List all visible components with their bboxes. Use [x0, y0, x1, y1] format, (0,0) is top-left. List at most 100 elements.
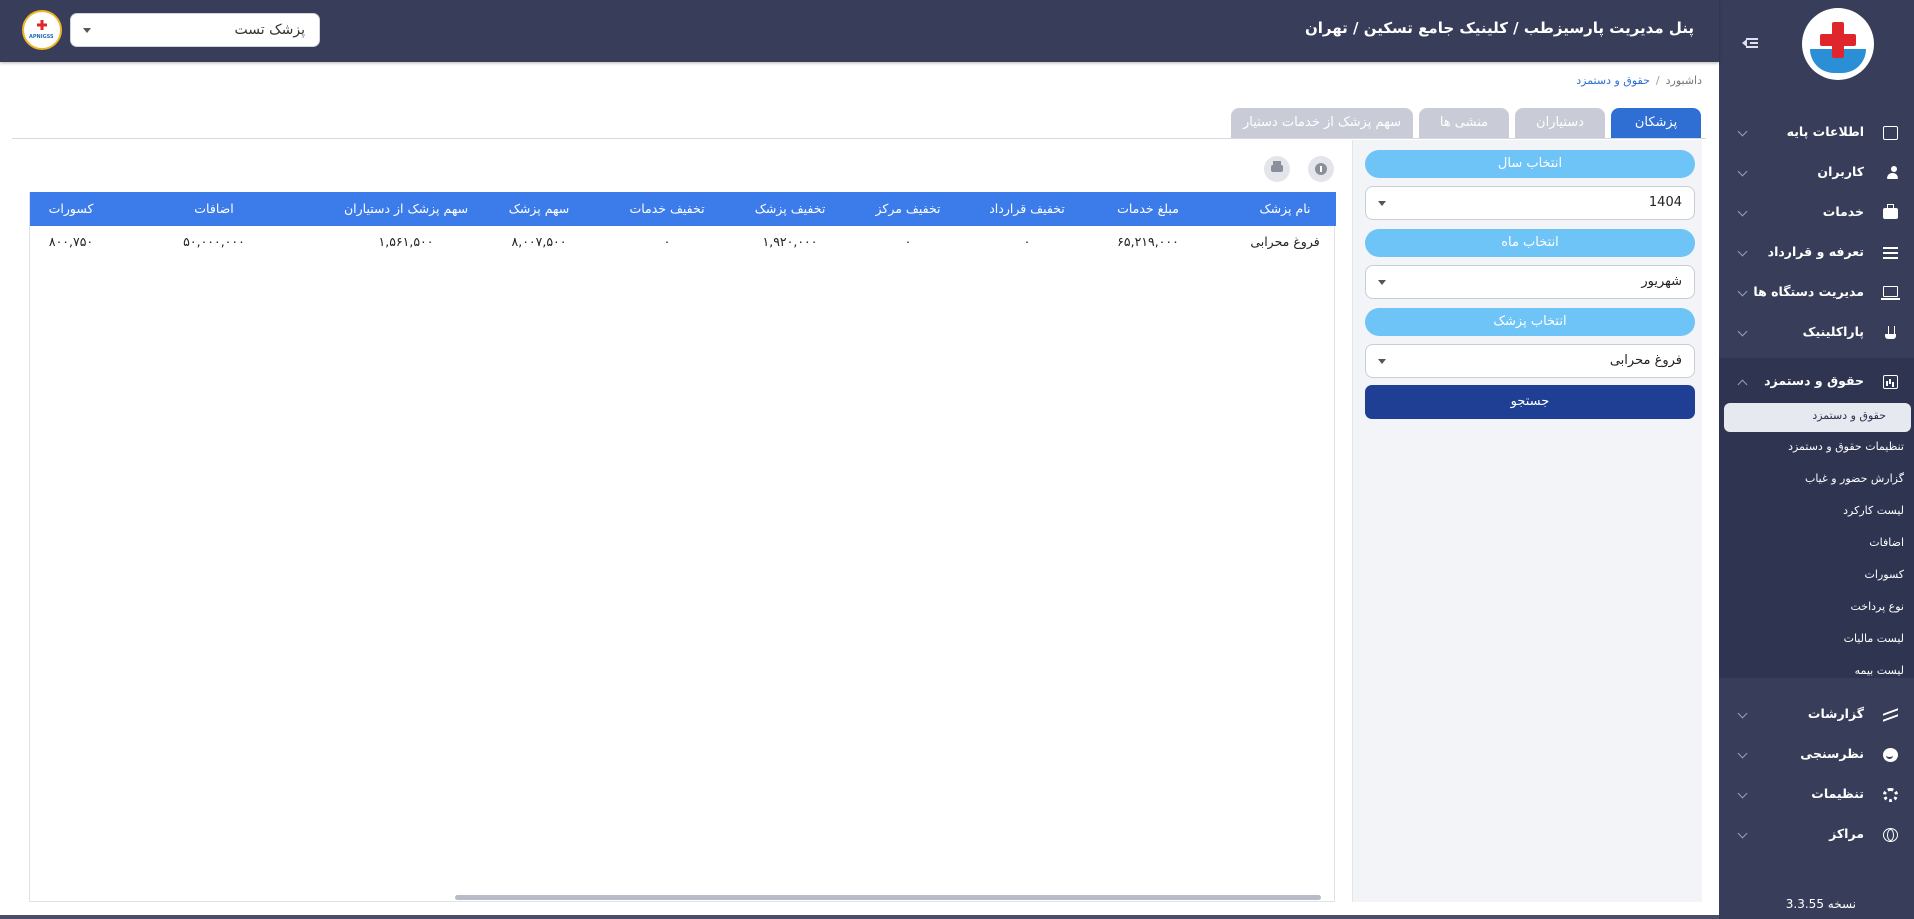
sidebar-item[interactable]: گزارشات	[1719, 700, 1914, 730]
tab-secretaries[interactable]: منشی ها	[1419, 108, 1509, 138]
sidebar-item-label: حقوق و دستمزد	[1764, 373, 1864, 388]
table-cell: فروغ محرابی	[1250, 234, 1320, 249]
month-select[interactable]: شهریور	[1365, 265, 1695, 299]
submenu-item[interactable]: کسورات	[1865, 568, 1904, 581]
chevron-down-icon	[1737, 286, 1748, 297]
sidebar-item-label: گزارشات	[1807, 706, 1864, 721]
smile-icon	[1883, 748, 1898, 762]
info-button[interactable]	[1308, 156, 1334, 182]
info-icon	[1315, 163, 1327, 175]
breadcrumb-current[interactable]: حقوق و دستمزد	[1576, 74, 1650, 87]
tariff-icon	[1883, 246, 1898, 260]
submenu-item-active[interactable]: حقوق و دستمزد	[1724, 403, 1911, 432]
month-select-value: شهریور	[1641, 274, 1682, 289]
chevron-down-icon	[1737, 708, 1748, 719]
chevron-up-icon	[1737, 379, 1748, 390]
page-header-title: پنل مدیریت پارسیزطب / کلینیک جامع تسکین …	[1304, 19, 1694, 37]
chevron-down-icon	[83, 28, 91, 33]
submenu-item-label: حقوق و دستمزد	[1812, 409, 1886, 422]
chevron-down-icon	[1737, 326, 1748, 337]
sidebar-item[interactable]: خدمات	[1719, 198, 1914, 228]
year-select[interactable]: 1404	[1365, 186, 1695, 220]
chevron-down-icon	[1378, 359, 1386, 364]
sidebar-item[interactable]: تنظیمات	[1719, 780, 1914, 810]
table-cell: ۶۵,۲۱۹,۰۰۰	[1117, 234, 1179, 249]
submenu-item[interactable]: گزارش حضور و غیاب	[1805, 472, 1904, 485]
submenu-item[interactable]: اضافات	[1869, 536, 1904, 549]
clinic-logo	[1802, 8, 1874, 80]
print-button[interactable]	[1264, 156, 1290, 182]
chevron-down-icon	[1737, 828, 1748, 839]
breadcrumb-separator: /	[1655, 74, 1660, 87]
sidebar-item[interactable]: مراکز	[1719, 820, 1914, 850]
chevron-down-icon	[1737, 748, 1748, 759]
submenu-item[interactable]: نوع پرداخت	[1851, 600, 1905, 613]
chevron-down-icon	[1737, 166, 1748, 177]
sidebar-item-label: مدیریت دستگاه ها	[1753, 284, 1864, 299]
sidebar: اطلاعات پایه کاربران خدمات تعرفه و قرارداد م…	[1719, 0, 1914, 919]
chevron-down-icon	[1737, 126, 1748, 137]
printer-icon	[1271, 161, 1283, 172]
filter-panel: انتخاب سال 1404 انتخاب ماه شهریور انتخاب…	[1352, 140, 1702, 902]
breadcrumb-home[interactable]: داشبورد	[1666, 74, 1702, 87]
globe-icon	[1883, 828, 1898, 842]
year-select-value: 1404	[1648, 195, 1682, 210]
table-cell: ۱,۹۲۰,۰۰۰	[762, 234, 818, 249]
sidebar-item-label: خدمات	[1822, 204, 1864, 219]
doctor-filter-label: انتخاب پزشک	[1365, 308, 1695, 336]
tab-assistant-services-share[interactable]: سهم پزشک از خدمات دستیار	[1231, 108, 1413, 138]
month-filter-label: انتخاب ماه	[1365, 229, 1695, 257]
sidebar-item[interactable]: حقوق و دستمزد	[1719, 367, 1914, 397]
year-filter-label: انتخاب سال	[1365, 150, 1695, 178]
report-icon	[1883, 708, 1898, 722]
medkit-icon	[1883, 204, 1898, 219]
chart-icon	[1883, 375, 1898, 389]
submenu-item[interactable]: لیست مالیات	[1844, 632, 1904, 645]
chevron-down-icon	[1737, 788, 1748, 799]
table-cell: ۰	[663, 234, 671, 249]
table-cell: ۸,۰۰۷,۵۰۰	[511, 234, 567, 249]
table-row[interactable]: فروغ محرابی ۶۵,۲۱۹,۰۰۰ ۰ ۰ ۱,۹۲۰,۰۰۰ ۰ ۸,۰۰۷,۵…	[30, 192, 1336, 249]
sidebar-item-label: مراکز	[1829, 826, 1864, 841]
search-button[interactable]: جستجو	[1365, 385, 1695, 419]
sidebar-item[interactable]: نظرسنجی	[1719, 740, 1914, 770]
tab-doctors[interactable]: پزشکان	[1611, 108, 1701, 138]
table-cell: ۸۰۰,۷۵۰	[48, 234, 94, 249]
breadcrumb: داشبورد / حقوق و دستمزد	[1576, 74, 1702, 87]
avatar[interactable]: APNIGSS	[22, 10, 62, 50]
submenu-item[interactable]: تنظیمات حقوق و دستمزد	[1788, 440, 1904, 453]
table-cell: ۵۰,۰۰۰,۰۰۰	[183, 234, 245, 249]
gear-icon	[1883, 788, 1898, 802]
user-select[interactable]: پزشک تست	[70, 13, 320, 47]
chevron-down-icon	[1737, 246, 1748, 257]
submenu-item[interactable]: لیست کارکرد	[1843, 504, 1904, 517]
payroll-table: نام پزشک مبلغ خدمات تخفیف قرارداد تخفیف مرک…	[29, 192, 1336, 902]
chevron-down-icon	[1378, 201, 1386, 206]
table-cell: ۱,۵۶۱,۵۰۰	[378, 234, 434, 249]
sidebar-item-label: پاراکلینیک	[1802, 324, 1864, 339]
menu-collapse-icon[interactable]	[1742, 36, 1758, 50]
sidebar-item-label: نظرسنجی	[1800, 746, 1864, 761]
top-bar: پنل مدیریت پارسیزطب / کلینیک جامع تسکین …	[0, 0, 1719, 62]
sidebar-item-label: تعرفه و قرارداد	[1767, 244, 1864, 259]
sidebar-item[interactable]: اطلاعات پایه	[1719, 118, 1914, 148]
table-cell: ۰	[904, 234, 912, 249]
sidebar-item[interactable]: مدیریت دستگاه ها	[1719, 278, 1914, 308]
sidebar-item[interactable]: پاراکلینیک	[1719, 318, 1914, 348]
submenu-item[interactable]: لیست بیمه	[1855, 664, 1904, 677]
microscope-icon	[1883, 326, 1898, 340]
app-version: نسخه 3.3.55	[1785, 897, 1856, 911]
sidebar-item[interactable]: کاربران	[1719, 158, 1914, 188]
tab-assistants[interactable]: دستیاران	[1515, 108, 1605, 138]
device-icon	[1881, 286, 1900, 300]
table-cell: ۰	[1023, 234, 1031, 249]
sidebar-item-label: تنظیمات	[1811, 786, 1864, 801]
sidebar-item[interactable]: تعرفه و قرارداد	[1719, 238, 1914, 268]
tabs-divider	[12, 138, 1706, 139]
sidebar-item-label: کاربران	[1817, 164, 1864, 179]
chevron-down-icon	[1737, 206, 1748, 217]
doctor-select-value: فروغ محرابی	[1609, 353, 1682, 368]
doctor-select[interactable]: فروغ محرابی	[1365, 344, 1695, 378]
window-bottom-edge	[0, 915, 1719, 919]
horizontal-scrollbar[interactable]	[455, 895, 1321, 900]
